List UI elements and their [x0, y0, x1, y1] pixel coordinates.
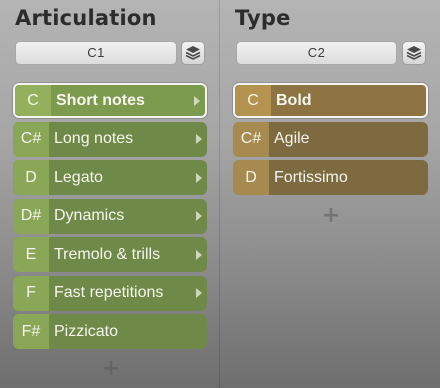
submenu-arrow-icon [196, 211, 202, 221]
keyswitch-note: D [233, 160, 269, 195]
articulation-item[interactable]: C Short notes [13, 83, 207, 118]
type-list: C Bold C# Agile D Fortissimo [233, 83, 428, 199]
type-item[interactable]: C# Agile [233, 121, 428, 157]
articulation-label: Pizzicato [54, 322, 119, 340]
type-label: Bold [276, 91, 312, 109]
submenu-arrow-icon [196, 172, 202, 183]
articulation-title: Articulation [15, 6, 157, 30]
articulation-label: Long notes [54, 130, 134, 147]
add-articulation-button[interactable]: + [101, 356, 121, 381]
keyswitch-note: F [13, 275, 49, 311]
submenu-arrow-icon [196, 249, 202, 260]
type-item[interactable]: C Bold [233, 83, 428, 118]
type-label: Fortissimo [274, 168, 348, 186]
articulation-label: Fast repetitions [54, 284, 164, 301]
keyswitch-note: E [13, 237, 49, 272]
type-layers-button[interactable] [402, 41, 426, 65]
type-keyswitch-dropdown[interactable]: C2 [236, 41, 397, 65]
articulation-item[interactable]: F# Pizzicato [13, 314, 207, 349]
type-column: Type C2 C Bold C# Agile D Fortissimo + [220, 0, 440, 388]
articulation-keyswitch-dropdown[interactable]: C1 [15, 41, 177, 65]
layers-icon [185, 46, 201, 60]
type-item[interactable]: D Fortissimo [233, 160, 428, 195]
keyswitch-note: F# [13, 314, 49, 349]
submenu-arrow-icon [194, 95, 200, 106]
articulation-column: Articulation C1 C Short notes C# Long no… [0, 0, 219, 388]
keyswitch-note: C [235, 85, 271, 116]
submenu-arrow-icon [196, 134, 202, 144]
add-type-button[interactable]: + [321, 203, 341, 228]
keyswitch-note: D# [13, 198, 49, 234]
articulation-item[interactable]: C# Long notes [13, 121, 207, 157]
articulation-label: Tremolo & trills [54, 245, 161, 263]
type-label: Agile [274, 130, 310, 147]
keyswitch-note: C [15, 85, 51, 116]
keyswitch-note: C# [13, 121, 49, 157]
articulation-label: Short notes [56, 91, 145, 109]
articulation-label: Legato [54, 168, 103, 186]
articulation-item[interactable]: F Fast repetitions [13, 275, 207, 311]
submenu-arrow-icon [196, 288, 202, 298]
type-title: Type [235, 6, 291, 30]
articulation-label: Dynamics [54, 207, 125, 224]
layers-icon [406, 46, 422, 60]
keyswitch-note: C# [233, 121, 269, 157]
articulation-layers-button[interactable] [181, 41, 205, 65]
keyswitch-note: D [13, 160, 49, 195]
articulation-item[interactable]: D Legato [13, 160, 207, 195]
articulation-item[interactable]: D# Dynamics [13, 198, 207, 234]
articulation-item[interactable]: E Tremolo & trills [13, 237, 207, 272]
articulation-list: C Short notes C# Long notes D Legato D# … [13, 83, 207, 353]
